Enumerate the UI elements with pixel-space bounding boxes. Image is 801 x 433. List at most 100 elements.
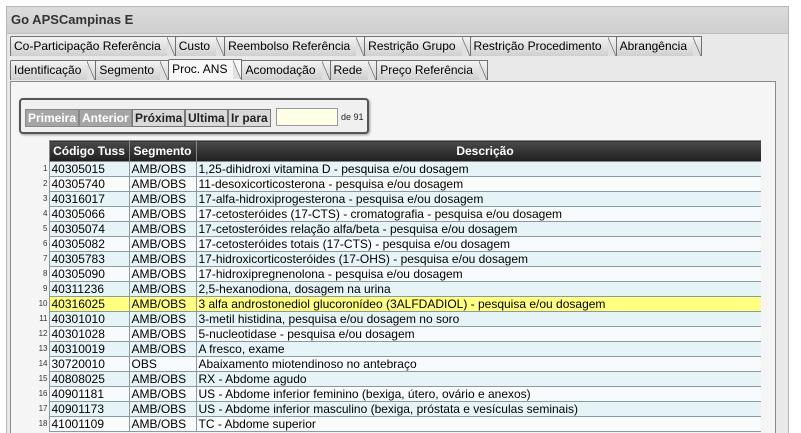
cell-description: 5-nucleotidase - pesquisa e/ou dosagem bbox=[195, 326, 775, 342]
table-row[interactable]: 11 40301010 AMB/OBS 3-metil histidina, pesq… bbox=[35, 311, 775, 327]
row-number: 14 bbox=[35, 356, 49, 372]
row-number: 12 bbox=[35, 326, 49, 342]
cell-code: 40305074 bbox=[48, 221, 130, 237]
cell-segment: AMB/OBS bbox=[128, 191, 197, 207]
cell-description: 17-hidroxicorticosteróides (17-OHS) - pe… bbox=[195, 251, 775, 267]
cell-description: 17-cetosteróides relação alfa/beta - pes… bbox=[195, 221, 775, 237]
cell-code: 40311236 bbox=[48, 281, 130, 297]
cell-code: 40316025 bbox=[48, 296, 130, 312]
tab-restricao-grupo[interactable]: Restrição Grupo bbox=[364, 36, 471, 56]
cell-code: 40901173 bbox=[48, 401, 130, 417]
cell-description: 3 alfa androstonediol glucoronídeo (3ALF… bbox=[195, 296, 775, 312]
tab-segmento[interactable]: Segmento bbox=[95, 60, 170, 80]
cell-segment: AMB/OBS bbox=[128, 161, 197, 177]
cell-segment: AMB/OBS bbox=[128, 401, 197, 417]
table-row[interactable]: 1 40305015 AMB/OBS 1,25-dihidroxi vitamina … bbox=[35, 161, 775, 177]
cell-segment: AMB/OBS bbox=[128, 266, 197, 282]
cell-code: 40305066 bbox=[48, 206, 130, 222]
table-row[interactable]: 4 40305066 AMB/OBS 17-cetosteróides (17-CTS… bbox=[35, 206, 775, 222]
row-number: 8 bbox=[35, 266, 49, 282]
previous-page-button[interactable]: Anterior bbox=[79, 109, 132, 127]
cell-segment: AMB/OBS bbox=[128, 176, 197, 192]
cell-description: A fresco, exame bbox=[195, 341, 775, 357]
cell-segment: AMB/OBS bbox=[128, 311, 197, 327]
table-header-row: Código Tuss Segmento Descrição bbox=[35, 140, 775, 162]
cell-segment: AMB/OBS bbox=[128, 281, 197, 297]
cell-description: 17-cetosteróides (17-CTS) - cromatografi… bbox=[195, 206, 775, 222]
cell-code: 40316017 bbox=[48, 191, 130, 207]
goto-page-button[interactable]: Ir para bbox=[228, 109, 271, 127]
column-header-segment[interactable]: Segmento bbox=[128, 140, 197, 162]
table-row[interactable]: 13 40310019 AMB/OBS A fresco, exame bbox=[35, 341, 775, 357]
cell-description: 17-hidroxipregnenolona - pesquisa e/ou d… bbox=[195, 266, 775, 282]
goto-page-input[interactable] bbox=[276, 108, 338, 126]
row-number: 2 bbox=[35, 176, 49, 192]
tab-acomodacao[interactable]: Acomodação bbox=[241, 60, 331, 80]
tab-proc-ans[interactable]: Proc. ANS bbox=[168, 59, 243, 80]
cell-description: 17-alfa-hidroxiprogesterona - pesquisa e… bbox=[195, 191, 775, 207]
cell-segment: AMB/OBS bbox=[128, 341, 197, 357]
next-page-button[interactable]: Próxima bbox=[132, 109, 186, 127]
cell-code: 40305015 bbox=[48, 161, 130, 177]
cell-code: 40305090 bbox=[48, 266, 130, 282]
tab-row-2: Identificação Segmento Proc. ANS Acomoda… bbox=[10, 59, 488, 80]
table-row[interactable]: 14 30720010 OBS Abaixamento miotendinoso no… bbox=[35, 356, 775, 372]
row-number: 6 bbox=[35, 236, 49, 252]
cell-code: 40310019 bbox=[48, 341, 130, 357]
row-number: 11 bbox=[35, 311, 49, 327]
row-number-header bbox=[35, 140, 49, 162]
table-row[interactable]: 9 40311236 AMB/OBS 2,5-hexanodiona, dosagem… bbox=[35, 281, 775, 297]
total-pages-label: de 91 bbox=[341, 112, 364, 122]
tab-custo[interactable]: Custo bbox=[174, 36, 226, 56]
cell-description: US - Abdome inferior feminino (bexiga, ú… bbox=[195, 386, 775, 402]
cell-code: 30720010 bbox=[48, 356, 130, 372]
table-row[interactable]: 10 40316025 AMB/OBS 3 alfa androstonediol g… bbox=[35, 296, 775, 312]
tab-abrangencia[interactable]: Abrangência bbox=[615, 36, 702, 56]
table-row[interactable]: 8 40305090 AMB/OBS 17-hidroxipregnenolona -… bbox=[35, 266, 775, 282]
table-row[interactable]: 5 40305074 AMB/OBS 17-cetosteróides relação… bbox=[35, 221, 775, 237]
column-header-description[interactable]: Descrição bbox=[195, 140, 775, 162]
table-row[interactable]: 3 40316017 AMB/OBS 17-alfa-hidroxiprogester… bbox=[35, 191, 775, 207]
cell-code: 40305740 bbox=[48, 176, 130, 192]
tab-row-1: Co-Participação Referência Custo Reembol… bbox=[10, 36, 702, 56]
column-header-code[interactable]: Código Tuss bbox=[48, 140, 130, 162]
cell-code: 40808025 bbox=[48, 371, 130, 387]
row-number: 18 bbox=[35, 416, 49, 432]
tab-co-participacao-referencia[interactable]: Co-Participação Referência bbox=[10, 36, 176, 56]
tab-restricao-procedimento[interactable]: Restrição Procedimento bbox=[469, 36, 617, 56]
row-number: 15 bbox=[35, 371, 49, 387]
table-row[interactable]: 15 40808025 AMB/OBS RX - Abdome agudo bbox=[35, 371, 775, 387]
row-number: 1 bbox=[35, 161, 49, 177]
cell-description: Abaixamento miotendinoso no antebraço bbox=[195, 356, 775, 372]
cell-segment: AMB/OBS bbox=[128, 326, 197, 342]
cell-segment: AMB/OBS bbox=[128, 416, 197, 432]
tab-rede[interactable]: Rede bbox=[329, 60, 378, 80]
first-page-button[interactable]: Primeira bbox=[25, 109, 80, 127]
vertical-scrollbar[interactable] bbox=[761, 82, 775, 433]
row-number: 3 bbox=[35, 191, 49, 207]
cell-description: TC - Abdome superior bbox=[195, 416, 775, 432]
cell-segment: AMB/OBS bbox=[128, 221, 197, 237]
cell-description: 17-cetosteróides totais (17-CTS) - pesqu… bbox=[195, 236, 775, 252]
cell-code: 41001109 bbox=[48, 416, 130, 432]
table-row[interactable]: 12 40301028 AMB/OBS 5-nucleotidase - pesqui… bbox=[35, 326, 775, 342]
cell-description: RX - Abdome agudo bbox=[195, 371, 775, 387]
cell-segment: AMB/OBS bbox=[128, 251, 197, 267]
row-number: 17 bbox=[35, 401, 49, 417]
last-page-button[interactable]: Ultima bbox=[185, 109, 228, 127]
tab-preco-referencia[interactable]: Preço Referência bbox=[376, 60, 488, 80]
pagination-bar: Primeira Anterior Próxima Ultima Ir para… bbox=[19, 98, 369, 134]
tab-identificacao[interactable]: Identificação bbox=[10, 60, 97, 80]
table-row[interactable]: 7 40305783 AMB/OBS 17-hidroxicorticosteróid… bbox=[35, 251, 775, 267]
panel-title: Go APSCampinas E bbox=[7, 7, 788, 34]
cell-code: 40305783 bbox=[48, 251, 130, 267]
cell-code: 40301028 bbox=[48, 326, 130, 342]
table-row[interactable]: 2 40305740 AMB/OBS 11-desoxicorticosterona … bbox=[35, 176, 775, 192]
table-row[interactable]: 18 41001109 AMB/OBS TC - Abdome superior bbox=[35, 416, 775, 432]
cell-segment: AMB/OBS bbox=[128, 371, 197, 387]
table-row[interactable]: 6 40305082 AMB/OBS 17-cetosteróides totais … bbox=[35, 236, 775, 252]
cell-segment: AMB/OBS bbox=[128, 386, 197, 402]
table-row[interactable]: 16 40901181 AMB/OBS US - Abdome inferior fe… bbox=[35, 386, 775, 402]
table-row[interactable]: 17 40901173 AMB/OBS US - Abdome inferior ma… bbox=[35, 401, 775, 417]
tab-reembolso-referencia[interactable]: Reembolso Referência bbox=[224, 36, 366, 56]
